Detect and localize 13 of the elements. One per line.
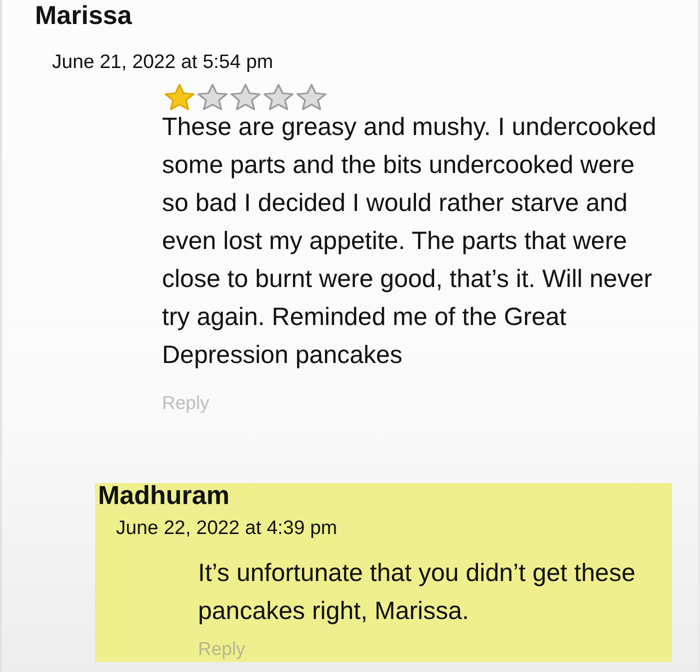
comment-text: These are greasy and mushy. I undercooked some parts and the bits undercooked were so bad I decided I would rather starve and even lost my appetite. The parts that were close to burnt were good, that’s it. Will never try again. Reminded me of the Great Depression pancakes (162, 112, 658, 371)
author-name: Madhuram (98, 483, 230, 507)
comment-text: It’s unfortunate that you didn’t get these pancakes right, Marissa. (198, 558, 636, 627)
comment-date: June 22, 2022 at 4:39 pm (116, 517, 338, 539)
star-icon (164, 84, 195, 110)
comment-date: June 21, 2022 at 5:54 pm (52, 51, 274, 73)
author-name: Marissa (35, 1, 132, 29)
star-icon (197, 84, 228, 110)
reply-link[interactable]: Reply (198, 638, 246, 660)
reply-link[interactable]: Reply (162, 392, 210, 414)
star-icon (296, 84, 327, 110)
star-icon (230, 84, 261, 110)
star-icon (263, 84, 294, 110)
